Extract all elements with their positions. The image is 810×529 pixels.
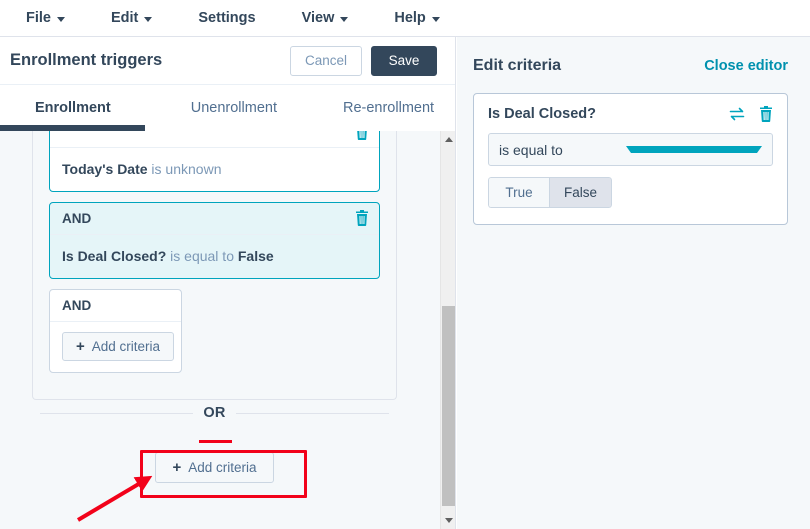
- tab-unenrollment[interactable]: Unenrollment: [187, 100, 281, 116]
- cancel-button[interactable]: Cancel: [289, 45, 362, 76]
- triangle-down-icon: [445, 518, 453, 523]
- add-criteria-button-inner[interactable]: + Add criteria: [62, 331, 175, 361]
- criteria-card-empty-and[interactable]: AND + Add criteria: [49, 288, 182, 373]
- caret-down-icon: [625, 146, 762, 153]
- divider-line-left: [40, 412, 194, 414]
- outer-add-criteria-wrapper: + Add criteria: [32, 452, 397, 483]
- vertical-scrollbar[interactable]: [440, 131, 455, 529]
- criteria-connector-label: AND: [62, 210, 92, 226]
- boolean-value-toggle: True False: [488, 177, 613, 208]
- menu-item-file[interactable]: File: [26, 10, 65, 26]
- or-divider: OR: [32, 405, 397, 421]
- criteria-group: Today's Date is unknown AND Is Deal Clos…: [32, 131, 397, 400]
- criteria-card-todays-date[interactable]: Today's Date is unknown: [49, 131, 380, 192]
- add-criteria-label: Add criteria: [188, 460, 257, 475]
- criteria-editor-card: Is Deal Closed? is equal to True False: [473, 93, 788, 225]
- operator-dropdown[interactable]: is equal to: [488, 133, 773, 166]
- chevron-down-icon: [144, 16, 153, 22]
- app-root: File Edit Settings View Help Enrollment …: [0, 0, 810, 529]
- criteria-card-header: AND: [50, 290, 181, 322]
- save-button[interactable]: Save: [371, 45, 437, 76]
- tab-re-enrollment[interactable]: Re-enrollment: [339, 100, 438, 116]
- plus-icon: +: [76, 337, 85, 355]
- menu-item-settings[interactable]: Settings: [198, 10, 255, 26]
- scrollbar-thumb[interactable]: [442, 306, 455, 506]
- close-editor-link[interactable]: Close editor: [704, 58, 788, 74]
- criteria-condition-text: is unknown: [147, 161, 222, 177]
- criteria-card-text: Is Deal Closed? is equal to False: [50, 235, 379, 278]
- menu-item-view[interactable]: View: [302, 10, 349, 26]
- top-menu-bar: File Edit Settings View Help: [0, 0, 810, 37]
- scrollbar-down-button[interactable]: [441, 512, 455, 529]
- criteria-card-header: [50, 131, 379, 148]
- criteria-editor-header: Is Deal Closed?: [488, 106, 773, 122]
- operator-dropdown-value: is equal to: [499, 141, 563, 158]
- criteria-property-name: Today's Date: [62, 161, 148, 177]
- add-criteria-button-outer[interactable]: + Add criteria: [155, 452, 274, 483]
- criteria-property-name: Is Deal Closed?: [62, 247, 167, 264]
- chevron-down-icon: [340, 16, 349, 22]
- scrollbar-up-button[interactable]: [441, 131, 455, 148]
- trash-icon[interactable]: [355, 210, 369, 227]
- add-criteria-wrapper: + Add criteria: [50, 322, 181, 372]
- criteria-card-is-deal-closed[interactable]: AND Is Deal Closed? is equal to False: [49, 201, 380, 279]
- toggle-option-false[interactable]: False: [549, 177, 613, 208]
- criteria-operator-text: is equal to: [166, 247, 238, 264]
- trash-icon[interactable]: [759, 106, 773, 122]
- menu-item-view-label: View: [301, 10, 335, 26]
- criteria-card-text: Today's Date is unknown: [50, 148, 379, 191]
- or-label: OR: [203, 405, 226, 421]
- swap-arrows-icon[interactable]: [729, 107, 745, 121]
- chevron-down-icon: [431, 16, 440, 22]
- menu-item-edit-label: Edit: [110, 10, 139, 26]
- chevron-down-icon: [56, 16, 65, 22]
- menu-item-settings-label: Settings: [198, 10, 256, 26]
- trash-icon[interactable]: [355, 131, 369, 140]
- menu-item-help[interactable]: Help: [394, 10, 440, 26]
- criteria-connector-label: AND: [62, 297, 92, 313]
- criteria-scroll-area: Today's Date is unknown AND Is Deal Clos…: [0, 131, 455, 529]
- enrollment-triggers-panel: Enrollment triggers Cancel Save Enrollme…: [0, 37, 456, 529]
- tab-bar: Enrollment Unenrollment Re-enrollment: [0, 85, 455, 131]
- toggle-option-true[interactable]: True: [488, 177, 549, 208]
- edit-criteria-panel: Edit criteria Close editor Is Deal Close…: [457, 37, 810, 529]
- criteria-value-text: False: [237, 247, 274, 264]
- menu-item-file-label: File: [26, 10, 51, 26]
- menu-item-help-label: Help: [394, 10, 426, 26]
- divider-line-right: [235, 412, 390, 414]
- menu-item-edit[interactable]: Edit: [110, 10, 153, 26]
- plus-icon: +: [172, 459, 182, 476]
- page-title: Enrollment triggers: [10, 51, 163, 69]
- triangle-up-icon: [445, 137, 453, 142]
- criteria-editor-property-name: Is Deal Closed?: [488, 106, 596, 122]
- add-criteria-label: Add criteria: [91, 338, 161, 354]
- edit-criteria-title: Edit criteria: [473, 57, 562, 74]
- and-stack: Today's Date is unknown AND Is Deal Clos…: [33, 131, 396, 373]
- panel-header: Enrollment triggers Cancel Save: [0, 37, 455, 85]
- tab-enrollment[interactable]: Enrollment: [31, 100, 115, 116]
- criteria-card-header: AND: [50, 203, 379, 235]
- edit-criteria-header: Edit criteria Close editor: [473, 57, 788, 75]
